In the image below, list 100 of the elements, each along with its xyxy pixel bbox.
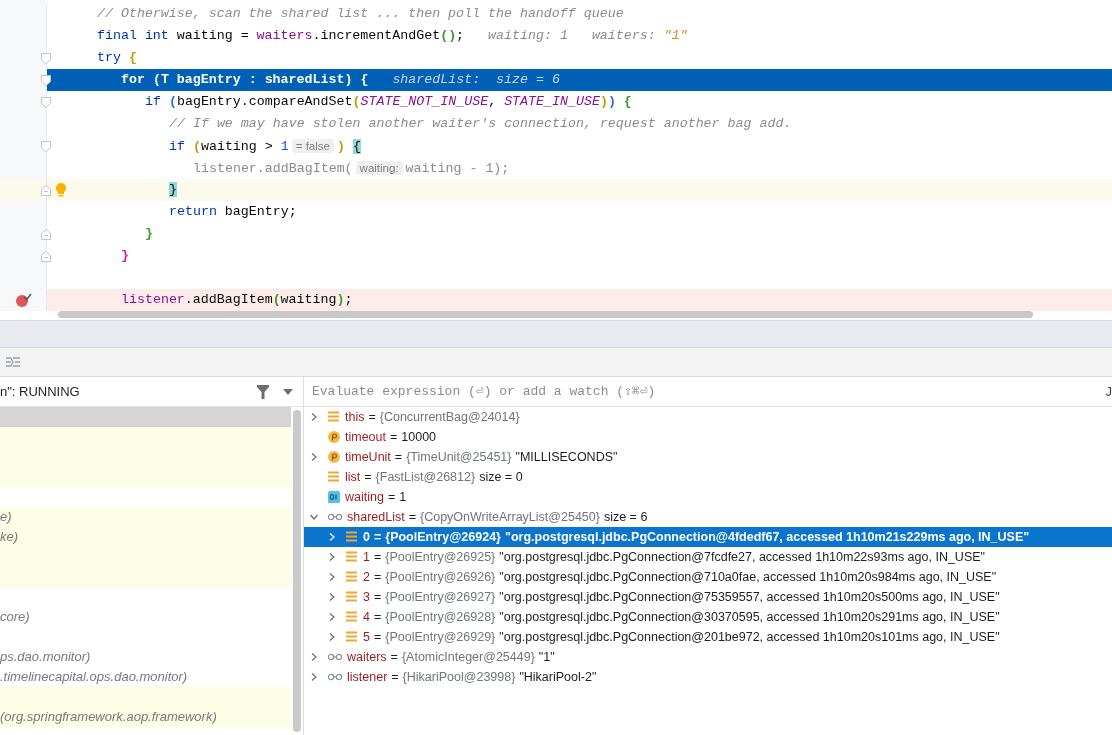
equals-sign: = xyxy=(387,490,396,504)
code-token: bagEntry.compareAndSet xyxy=(176,94,353,109)
variable-value: "HikariPool-2" xyxy=(519,670,597,684)
frame-row[interactable]: .timelinecapital.ops.dao.monitor) xyxy=(0,667,291,687)
field-icon xyxy=(346,571,358,583)
code-token: (T bagEntry : sharedList) { xyxy=(152,72,369,87)
scrollbar-thumb[interactable] xyxy=(58,311,1033,318)
fold-icon xyxy=(41,185,51,196)
variable-value: "org.postgresql.jdbc.PgConnection@7fcdfe27, accessed 1h10m22s93ms ago, IN_USE" xyxy=(499,550,985,564)
frame-row[interactable]: ke) xyxy=(0,527,291,547)
glasses-icon xyxy=(328,511,342,523)
equals-sign: = xyxy=(368,410,376,424)
code-comment: // Otherwise, scan the shared list ... then poll the handoff queue xyxy=(97,6,624,21)
variable-row[interactable]: list = {FastList@26812} size = 0 xyxy=(304,467,1112,487)
field-icon xyxy=(328,411,340,423)
fold-icon xyxy=(41,141,51,152)
fold-icon xyxy=(41,97,51,108)
variable-row[interactable]: 5 = {PoolEntry@26929} "org.postgresql.jdbc.PgConnection@201be972, accessed 1h10m20s101ms ago, IN_USE" xyxy=(304,627,1112,647)
dropdown-caret-icon[interactable] xyxy=(283,388,293,395)
variable-row[interactable]: timeUnit = {TimeUnit@25451} "MILLISECONDS" xyxy=(304,447,1112,467)
variable-row[interactable]: listener = {HikariPool@23998} "HikariPool-2" xyxy=(304,667,1112,687)
object-reference: {PoolEntry@26925} xyxy=(385,550,496,564)
variable-row[interactable]: waiters = {AtomicInteger@25449} "1" xyxy=(304,647,1112,667)
code-token: waiting > xyxy=(200,139,274,154)
variable-row[interactable]: 4 = {PoolEntry@26928} "org.postgresql.jdbc.PgConnection@30370595, accessed 1h10m20s291ms ago, IN_USE" xyxy=(304,607,1112,627)
equals-sign: = xyxy=(373,590,382,604)
variable-row[interactable]: 0 = {PoolEntry@26924} "org.postgresql.jdbc.PgConnection@4fdedf67, accessed 1h10m21s229ms ago, IN_USE" xyxy=(304,527,1112,547)
variable-name: listener xyxy=(347,670,388,684)
object-reference: {PoolEntry@26927} xyxy=(385,590,496,604)
variable-name: 1 xyxy=(363,550,370,564)
field-icon xyxy=(346,531,358,543)
variable-value: "org.postgresql.jdbc.PgConnection@710a0fae, accessed 1h10m20s984ms ago, IN_USE" xyxy=(499,570,997,584)
object-reference: {PoolEntry@26929} xyxy=(385,630,496,644)
code-token: , xyxy=(488,94,498,109)
code-token: if xyxy=(169,139,186,154)
variable-row[interactable]: 1 = {PoolEntry@26925} "org.postgresql.jdbc.PgConnection@7fcdfe27, accessed 1h10m22s93ms ago, IN_USE" xyxy=(304,547,1112,567)
fold-icon xyxy=(41,251,51,262)
object-reference: {AtomicInteger@25449} xyxy=(401,650,535,664)
code-token: ) xyxy=(599,94,608,109)
frame-row[interactable]: core) xyxy=(0,607,291,627)
variable-value: 1 xyxy=(399,490,407,504)
scrollbar-thumb[interactable] xyxy=(293,410,301,732)
variable-value: "org.postgresql.jdbc.PgConnection@201be972, accessed 1h10m20s101ms ago, IN_USE" xyxy=(499,630,1000,644)
variable-row[interactable]: sharedList = {CopyOnWriteArrayList@25450} size = 6 xyxy=(304,507,1112,527)
variable-name: this xyxy=(345,410,365,424)
variable-name: waiting xyxy=(345,490,384,504)
code-token: .incrementAndGet xyxy=(312,28,441,43)
equals-sign: = xyxy=(408,510,416,524)
code-token: ) xyxy=(448,28,457,43)
code-token: ( xyxy=(352,94,361,109)
code-token: ) xyxy=(336,292,345,307)
equals-sign: = xyxy=(391,670,399,684)
variable-value: "org.postgresql.jdbc.PgConnection@4fdedf67, accessed 1h10m21s229ms ago, IN_USE" xyxy=(505,530,1030,544)
equals-sign: = xyxy=(364,470,372,484)
code-token: listener.addBagItem( xyxy=(193,161,353,176)
equals-sign: = xyxy=(390,650,398,664)
inline-value-hint: waiters: xyxy=(591,28,657,43)
variable-name: timeUnit xyxy=(345,450,391,464)
code-token: { xyxy=(128,50,137,65)
code-token: } xyxy=(121,248,129,263)
frame-row[interactable]: ps.dao.monitor) xyxy=(0,647,291,667)
variable-name: 0 xyxy=(363,530,370,544)
variable-name: 5 xyxy=(363,630,370,644)
variable-row[interactable]: timeout = 10000 xyxy=(304,427,1112,447)
variable-name: 3 xyxy=(363,590,370,604)
variable-value: "1" xyxy=(538,650,555,664)
object-reference: {PoolEntry@26928} xyxy=(385,610,496,624)
variable-name: 4 xyxy=(363,610,370,624)
variable-value: "org.postgresql.jdbc.PgConnection@30370595, accessed 1h10m20s291ms ago, IN_USE" xyxy=(499,610,1000,624)
code-token: ; xyxy=(344,292,353,307)
variable-name: timeout xyxy=(345,430,386,444)
variable-name: waiters xyxy=(347,650,387,664)
parameter-icon xyxy=(328,451,340,463)
object-reference: {FastList@26812} xyxy=(375,470,476,484)
equals-sign: = xyxy=(373,610,382,624)
field-icon xyxy=(346,591,358,603)
frame-row[interactable]: (org.springframework.aop.framework) xyxy=(0,707,291,727)
code-token: if xyxy=(145,94,162,109)
field-icon xyxy=(346,551,358,563)
code-token: waiting = xyxy=(176,28,250,43)
code-token: ) xyxy=(336,139,346,154)
code-token: STATE_NOT_IN_USE xyxy=(360,94,489,109)
variable-row[interactable]: this = {ConcurrentBag@24014} xyxy=(304,407,1112,427)
fold-icon xyxy=(41,53,51,64)
object-reference: {TimeUnit@25451} xyxy=(406,450,512,464)
matched-brace: { xyxy=(352,139,361,154)
variable-row[interactable]: 2 = {PoolEntry@26926} "org.postgresql.jdbc.PgConnection@710a0fae, accessed 1h10m20s984ms ago, IN_USE" xyxy=(304,567,1112,587)
frame-row[interactable]: e) xyxy=(0,507,291,527)
equals-sign: = xyxy=(394,450,403,464)
column-header: J xyxy=(1105,384,1112,399)
code-token: 1 xyxy=(280,139,289,154)
code-token: try xyxy=(97,50,122,65)
variable-name: list xyxy=(345,470,361,484)
filter-icon[interactable] xyxy=(257,384,269,399)
object-reference: {HikariPool@23998} xyxy=(402,670,516,684)
equals-sign: = xyxy=(373,630,382,644)
glasses-icon xyxy=(328,651,342,663)
thread-status[interactable]: n": RUNNING xyxy=(0,384,257,399)
variable-row[interactable]: 3 = {PoolEntry@26927} "org.postgresql.jdbc.PgConnection@75359557, accessed 1h10m20s500ms ago, IN_USE" xyxy=(304,587,1112,607)
variable-row[interactable]: waiting = 1 xyxy=(304,487,1112,507)
